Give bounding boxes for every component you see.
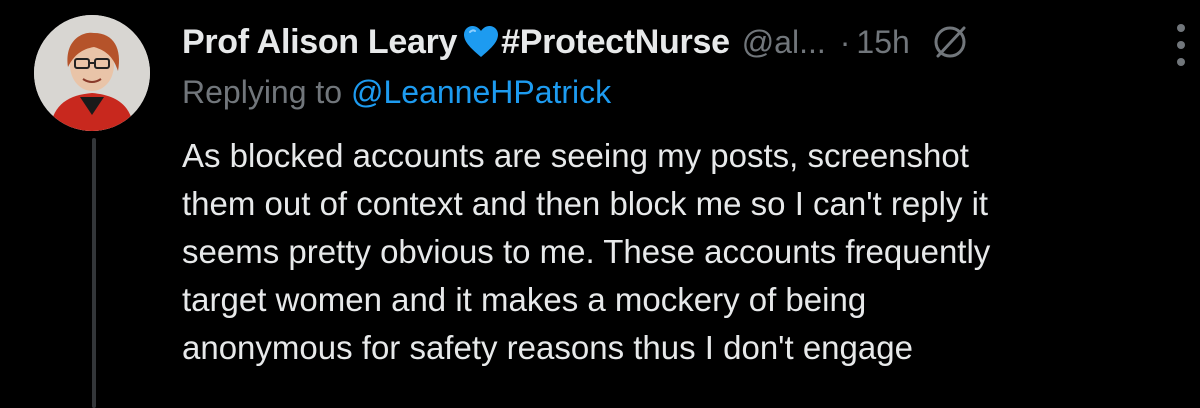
thread-line — [92, 138, 96, 408]
avatar[interactable] — [34, 15, 150, 131]
tweet-header: Prof Alison Leary #ProtectNurse @al... ·… — [182, 14, 1172, 70]
reply-to-handle[interactable]: @LeanneHPatrick — [351, 74, 611, 110]
author-display-name[interactable]: Prof Alison Leary — [182, 23, 457, 62]
more-vertical-icon[interactable] — [1176, 22, 1186, 68]
tweet-content: Prof Alison Leary #ProtectNurse @al... ·… — [182, 14, 1172, 372]
tweet[interactable]: Prof Alison Leary #ProtectNurse @al... ·… — [0, 0, 1200, 408]
reply-prefix: Replying to — [182, 74, 343, 110]
author-hashtag: #ProtectNurse — [501, 22, 730, 61]
separator-dot: · — [839, 23, 851, 60]
replying-to: Replying to @LeanneHPatrick — [182, 74, 1172, 120]
user-avatar-icon — [34, 15, 150, 131]
blue-heart-icon — [463, 25, 499, 59]
tweet-text: As blocked accounts are seeing my posts,… — [182, 137, 991, 366]
author-handle[interactable]: @al... — [742, 24, 826, 61]
timestamp[interactable]: 15h — [856, 24, 909, 61]
no-sign-icon — [930, 22, 970, 62]
